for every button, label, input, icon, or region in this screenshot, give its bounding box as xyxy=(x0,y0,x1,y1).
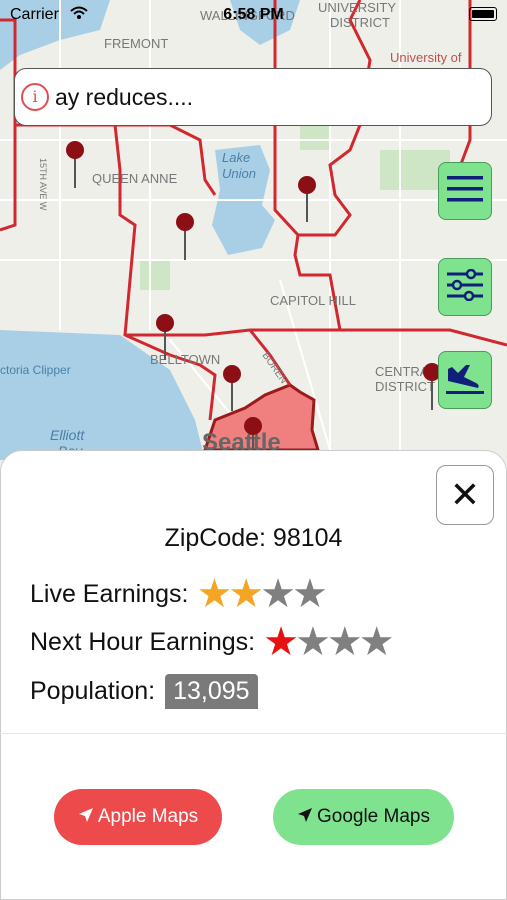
apple-maps-label: Apple Maps xyxy=(97,806,199,827)
star-icon: ★ xyxy=(260,571,297,617)
map-label-university-of: University of xyxy=(390,50,462,65)
live-earnings-label: Live Earnings: xyxy=(30,579,189,608)
star-icon: ★ xyxy=(326,619,363,665)
clock: 6:58 PM xyxy=(223,6,284,23)
star-icon: ★ xyxy=(263,619,299,665)
search-text: ay reduces.... xyxy=(55,83,194,110)
zipcode-label: ZipCode: 98104 xyxy=(164,524,343,552)
live-earnings-stars: ★ ★ ★ ★ xyxy=(196,571,327,617)
close-button[interactable]: ✕ xyxy=(436,465,494,525)
map-label-15th-ave: 15TH AVE W xyxy=(38,158,48,211)
population-value: 13,095 xyxy=(165,674,258,709)
next-hour-earnings-row: Next Hour Earnings: ★ ★ ★ ★ xyxy=(30,619,395,665)
airport-button[interactable] xyxy=(438,351,492,409)
status-bar: Carrier 6:58 PM xyxy=(0,0,507,32)
star-icon: ★ xyxy=(294,619,331,665)
next-hour-earnings-label: Next Hour Earnings: xyxy=(30,627,256,656)
map-label-central-district: DISTRICT xyxy=(375,379,435,394)
star-icon: ★ xyxy=(228,571,265,617)
star-icon: ★ xyxy=(358,619,395,665)
divider xyxy=(0,733,507,734)
population-row: Population: 13,095 xyxy=(30,674,258,709)
map-label-queen-anne: QUEEN ANNE xyxy=(92,171,178,186)
google-maps-label: Google Maps xyxy=(316,806,430,827)
location-arrow-icon xyxy=(297,807,313,828)
map-label-union: Union xyxy=(222,166,256,181)
next-hour-earnings-stars: ★ ★ ★ ★ xyxy=(263,619,394,665)
population-label: Population: xyxy=(30,677,156,705)
search-bar[interactable]: i ay reduces.... xyxy=(14,68,492,126)
close-icon: ✕ xyxy=(449,474,481,515)
map-label-capitol-hill: CAPITOL HILL xyxy=(270,293,356,308)
map-label-belltown: BELLTOWN xyxy=(150,352,220,367)
map-label-fremont: FREMONT xyxy=(104,36,168,51)
hamburger-icon xyxy=(447,174,483,209)
filters-button[interactable] xyxy=(438,258,492,316)
menu-button[interactable] xyxy=(438,162,492,220)
star-icon: ★ xyxy=(292,571,328,617)
star-icon: ★ xyxy=(196,571,233,617)
map-label-lake: Lake xyxy=(222,150,250,165)
live-earnings-row: Live Earnings: ★ ★ ★ ★ xyxy=(30,571,328,617)
plane-landing-icon xyxy=(446,361,484,400)
google-maps-button[interactable]: Google Maps xyxy=(273,789,454,845)
battery-icon xyxy=(469,7,497,21)
location-arrow-icon xyxy=(78,807,94,828)
map-label-victoria-clipper: ctoria Clipper xyxy=(0,363,71,377)
info-icon[interactable]: i xyxy=(21,83,49,111)
sliders-icon xyxy=(447,268,483,306)
apple-maps-button[interactable]: Apple Maps xyxy=(54,789,222,845)
map-label-elliott: Elliott xyxy=(50,427,85,443)
